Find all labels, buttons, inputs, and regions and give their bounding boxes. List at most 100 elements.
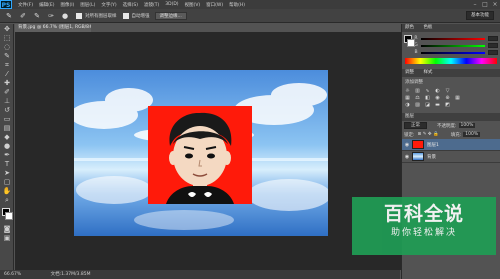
tab-color[interactable]: 颜色: [405, 25, 414, 30]
layer-name[interactable]: 背景: [427, 154, 436, 160]
photoshop-logo: PS: [0, 0, 12, 9]
auto-enhance-checkbox[interactable]: [122, 12, 129, 19]
menu-image[interactable]: 图像(I): [60, 2, 74, 8]
pen-tool-icon[interactable]: ✒: [2, 151, 12, 159]
sample-all-layers-checkbox[interactable]: [76, 12, 82, 19]
quick-select-tool-icon[interactable]: ✎: [2, 52, 12, 60]
healing-tool-icon[interactable]: ✚: [2, 79, 12, 87]
brush-add-icon[interactable]: ✎: [32, 11, 42, 21]
eye-icon[interactable]: ◉: [404, 154, 410, 160]
menu-type[interactable]: 文字(Y): [101, 2, 116, 8]
tab-swatches[interactable]: 色板: [423, 25, 432, 30]
options-bar: ✎ ✐ ✎ ✑ ● 对所有图层取样 自动增强 调整边缘... 基本功能: [0, 9, 500, 23]
lasso-tool-icon[interactable]: ◌: [2, 43, 12, 51]
invert-icon[interactable]: ◑: [404, 102, 411, 108]
slider-r[interactable]: R: [413, 35, 498, 42]
lock-fill-row: 锁定: ⊞ ✎ ✥ 🔒 填充: 100%: [402, 130, 500, 139]
gradient-tool-icon[interactable]: ▤: [2, 124, 12, 132]
fill-value[interactable]: 100%: [463, 132, 481, 137]
type-tool-icon[interactable]: T: [2, 160, 12, 168]
quick-mask-icon[interactable]: ◙: [2, 225, 12, 233]
cartoon-avatar-illustration: [166, 112, 234, 204]
workspace-select[interactable]: 基本功能: [466, 11, 494, 20]
brush-subtract-icon[interactable]: ✑: [46, 11, 56, 21]
watermark-title: 百科全说: [383, 203, 464, 225]
move-tool-icon[interactable]: ✥: [2, 25, 12, 33]
zoom-tool-icon[interactable]: ⌕: [2, 196, 12, 204]
menu-edit[interactable]: 编辑(E): [39, 2, 54, 8]
color-swatches-icon[interactable]: [0, 208, 14, 224]
maximize-icon[interactable]: □: [480, 0, 490, 9]
minimize-icon[interactable]: –: [470, 0, 480, 9]
document-size[interactable]: 文档:1.37M/3.85M: [51, 272, 91, 277]
menu-layer[interactable]: 图层(L): [80, 2, 95, 8]
posterize-icon[interactable]: ▨: [414, 102, 421, 108]
blur-tool-icon[interactable]: ◆: [2, 133, 12, 141]
watermark-badge: 百科全说 助你轻松解决: [352, 197, 496, 255]
blend-mode-select[interactable]: 正常: [404, 122, 427, 129]
lock-label: 锁定:: [404, 132, 415, 138]
fg-bg-color-icon[interactable]: [404, 35, 415, 49]
brush-icon[interactable]: ✐: [18, 11, 28, 21]
color-panel: R G B: [402, 32, 500, 56]
eyedropper-tool-icon[interactable]: ⁄: [2, 70, 12, 78]
layer-name[interactable]: 图层1: [427, 142, 439, 148]
menu-view[interactable]: 视图(V): [185, 2, 201, 8]
color-panel-header[interactable]: 颜色 色板: [402, 24, 500, 32]
menu-select[interactable]: 选择(S): [123, 2, 138, 8]
color-lookup-icon[interactable]: ▦: [454, 95, 461, 101]
menu-help[interactable]: 帮助(H): [229, 2, 245, 8]
history-brush-icon[interactable]: ↺: [2, 106, 12, 114]
color-spectrum[interactable]: [405, 58, 497, 64]
stamp-tool-icon[interactable]: ⊥: [2, 97, 12, 105]
layers-panel-header[interactable]: 图层: [402, 113, 500, 121]
menu-window[interactable]: 窗口(W): [206, 2, 223, 8]
gradient-map-icon[interactable]: ▬: [434, 102, 441, 108]
refine-edge-button[interactable]: 调整边缘...: [154, 11, 187, 20]
red-layer-box[interactable]: [148, 106, 252, 204]
lock-icon[interactable]: ⊞ ✎ ✥ 🔒: [418, 132, 439, 137]
menu-file[interactable]: 文件(F): [18, 2, 33, 8]
tab-layers[interactable]: 图层: [405, 114, 414, 119]
slider-g[interactable]: G: [413, 42, 498, 49]
quick-selection-tool-icon[interactable]: ✎: [4, 11, 14, 21]
selective-color-icon[interactable]: ◩: [444, 102, 451, 108]
fill-label: 填充:: [450, 132, 462, 138]
eye-icon[interactable]: ◉: [404, 142, 410, 148]
adjustment-icons-row2: ▦ ⚖ ◧ ◉ ⊕ ▦: [402, 94, 500, 101]
layer-thumbnail: [412, 152, 424, 161]
adjustments-panel-header[interactable]: 调整 样式: [402, 69, 500, 77]
zoom-level[interactable]: 66.67%: [4, 272, 21, 277]
brush-tool-icon[interactable]: ✐: [2, 88, 12, 96]
slider-b[interactable]: B: [413, 49, 498, 56]
threshold-icon[interactable]: ◪: [424, 102, 431, 108]
auto-enhance-label: 自动增强: [131, 13, 150, 19]
add-adjustment-label: 添加调整: [405, 80, 423, 85]
menu-filter[interactable]: 滤镜(T): [144, 2, 159, 8]
layer-row[interactable]: ◉ 图层1: [402, 139, 500, 151]
dodge-tool-icon[interactable]: ●: [2, 142, 12, 150]
sample-all-layers-label: 对所有图层取样: [85, 13, 117, 19]
path-select-tool-icon[interactable]: ➤: [2, 169, 12, 177]
document-tab[interactable]: 背景.jpg @ 66.7% (图层1, RGB/8#) *: [15, 24, 91, 32]
tab-styles[interactable]: 样式: [423, 70, 432, 75]
status-bar: 66.67% 文档:1.37M/3.85M: [0, 270, 400, 279]
brush-size-icon[interactable]: ●: [60, 11, 70, 21]
menu-bar: PS 文件(F) 编辑(E) 图像(I) 图层(L) 文字(Y) 选择(S) 滤…: [0, 0, 500, 9]
watermark-subtitle: 助你轻松解决: [390, 228, 457, 238]
shape-tool-icon[interactable]: ▢: [2, 178, 12, 186]
layer-thumbnail: [412, 140, 424, 149]
document-canvas[interactable]: [74, 70, 328, 236]
screen-mode-icon[interactable]: ▣: [2, 234, 12, 242]
opacity-value[interactable]: 100%: [458, 123, 476, 128]
marquee-tool-icon[interactable]: ⬚: [2, 34, 12, 42]
menu-3d[interactable]: 3D(D): [165, 2, 178, 7]
eraser-tool-icon[interactable]: ▭: [2, 115, 12, 123]
layer-row[interactable]: ◉ 背景: [402, 151, 500, 163]
crop-tool-icon[interactable]: ⌗: [2, 61, 12, 69]
tab-adjustments[interactable]: 调整: [405, 70, 414, 75]
hand-tool-icon[interactable]: ✋: [2, 187, 12, 195]
close-icon[interactable]: ×: [490, 0, 500, 9]
blend-opacity-row: 正常 不透明度: 100%: [402, 121, 500, 130]
adjustment-icons-row3: ◑ ▨ ◪ ▬ ◩: [402, 101, 500, 108]
